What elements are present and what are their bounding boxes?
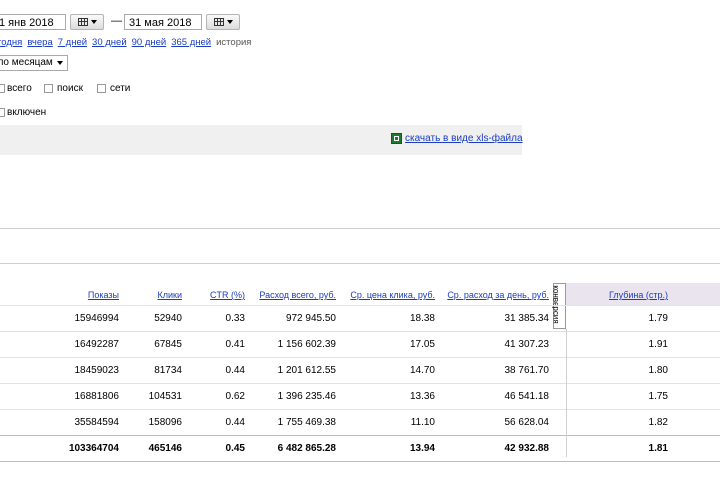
filter-all-label: всего [7,83,32,94]
column-header-depth[interactable]: Глубина (стр.) [609,290,668,300]
cell-ctr: 0.44 [225,365,245,376]
filter-search-label: поиск [57,83,83,94]
cell-clicks: 52940 [154,313,182,324]
date-separator: — [111,15,122,27]
cell-ctr: 0.62 [225,391,245,402]
column-header-clicks[interactable]: Клики [158,290,183,300]
cell-total-cost: 1 755 469.38 [277,417,336,428]
cell-clicks: 465146 [148,443,182,454]
date-to-value: 31 мая 2018 [129,17,192,29]
history-link[interactable]: история [216,37,251,48]
column-header-avg-click-price[interactable]: Ср. цена клика, руб. [350,290,435,300]
quick-range-90-days[interactable]: 90 дней [132,37,167,48]
column-divider [566,329,567,457]
cell-avg-click-price: 11.10 [410,417,435,428]
quick-range-links: сегодня вчера 7 дней 30 дней 90 дней 365 дней… [0,37,256,48]
date-from-value: 1 янв 2018 [0,17,54,29]
cell-depth: 1.75 [648,391,668,402]
dropdown-arrow-icon [226,20,233,24]
cell-avg-daily-cost: 46 541.18 [504,391,550,402]
cell-depth: 1.82 [648,417,668,428]
filter-networks-label: сети [110,83,131,94]
table-row: 18459023 81734 0.44 1 201 612.55 14.70 38 761… [0,358,720,383]
cell-clicks: 158096 [148,417,182,428]
cell-avg-click-price: 18.38 [409,313,435,324]
column-header-total-cost[interactable]: Расход всего, руб. [259,290,336,300]
cell-avg-click-price: 13.36 [409,391,435,402]
table-row: 35584594 158096 0.44 1 755 469.38 11.10 56 62… [0,410,720,435]
table-row: 15946994 52940 0.33 972 945.50 18.38 31 385.3… [0,306,720,331]
calendar-icon [213,18,224,26]
dropdown-arrow-icon [90,20,97,24]
quick-range-365-days[interactable]: 365 дней [171,37,211,48]
cell-avg-click-price: 17.05 [409,339,435,350]
table-row: 16881806 104531 0.62 1 396 235.46 13.36 46 54… [0,384,720,409]
cell-depth: 1.91 [648,339,668,350]
enabled-checkbox[interactable] [0,108,5,117]
cell-avg-daily-cost: 38 761.70 [504,365,550,376]
cell-total-cost: 972 945.50 [285,313,336,324]
filter-all-checkbox[interactable] [0,84,5,93]
cell-ctr: 0.45 [225,443,245,454]
cell-avg-daily-cost: 31 385.34 [504,313,550,324]
date-from-calendar-button[interactable] [70,14,104,30]
download-xls-link[interactable]: скачать в виде xls-файла [405,133,523,144]
dropdown-arrow-icon [57,61,63,65]
enabled-label: включен [7,107,47,118]
cell-total-cost: 6 482 865.28 [277,443,336,454]
cell-depth: 1.81 [648,443,668,454]
cell-impressions: 16492287 [74,339,120,350]
column-header-ctr[interactable]: CTR (%) [210,290,245,300]
grouping-select[interactable]: по месяцам [0,55,68,71]
cell-ctr: 0.33 [225,313,245,324]
cell-ctr: 0.44 [225,417,245,428]
cell-clicks: 104531 [148,391,182,402]
cell-avg-daily-cost: 41 307.23 [504,339,550,350]
cell-clicks: 67845 [154,339,182,350]
cell-avg-daily-cost: 56 628.04 [504,417,550,428]
table-total-row: 103364704 465146 0.45 6 482 865.28 13.94 42 9… [0,436,720,461]
cell-total-cost: 1 201 612.55 [277,365,336,376]
xls-file-icon [391,133,402,144]
cell-depth: 1.79 [648,313,668,324]
quick-range-today[interactable]: сегодня [0,37,22,48]
cell-avg-daily-cost: 42 932.88 [504,443,550,454]
cell-impressions: 103364704 [68,443,119,454]
cell-ctr: 0.41 [225,339,245,350]
calendar-icon [77,18,88,26]
quick-range-7-days[interactable]: 7 дней [58,37,87,48]
cell-total-cost: 1 156 602.39 [277,339,336,350]
filter-networks-checkbox[interactable] [97,84,106,93]
date-from-input[interactable]: 1 янв 2018 [0,14,66,30]
divider [0,228,720,229]
column-header-impressions[interactable]: Показы [88,290,119,300]
cell-impressions: 15946994 [74,313,120,324]
date-to-calendar-button[interactable] [206,14,240,30]
quick-range-yesterday[interactable]: вчера [27,37,52,48]
cell-impressions: 18459023 [74,365,120,376]
cell-total-cost: 1 396 235.46 [277,391,336,402]
table-row: 16492287 67845 0.41 1 156 602.39 17.05 41 307… [0,332,720,357]
date-to-input[interactable]: 31 мая 2018 [124,14,202,30]
cell-avg-click-price: 13.94 [409,443,435,454]
row-divider [0,461,720,462]
cell-depth: 1.80 [648,365,668,376]
cell-avg-click-price: 14.70 [409,365,435,376]
divider [0,263,720,264]
column-header-avg-daily-cost[interactable]: Ср. расход за день, руб. [447,290,549,300]
filter-search-checkbox[interactable] [44,84,53,93]
cell-impressions: 35584594 [74,417,120,428]
quick-range-30-days[interactable]: 30 дней [92,37,127,48]
cell-impressions: 16881806 [74,391,120,402]
grouping-select-value: по месяцам [0,57,53,68]
cell-clicks: 81734 [154,365,182,376]
